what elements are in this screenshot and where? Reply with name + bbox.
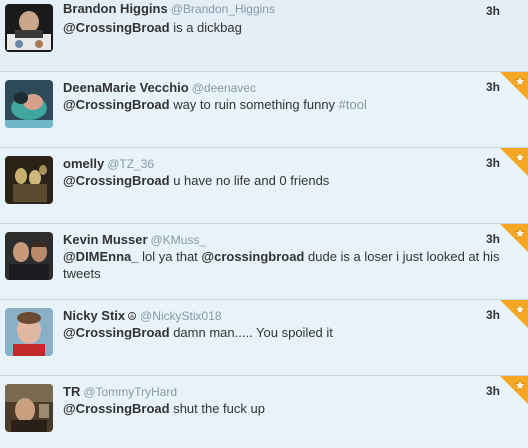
tweet-timestamp[interactable]: 3h (486, 156, 500, 170)
hashtag-link[interactable]: #tool (339, 97, 367, 112)
tweet-item[interactable]: Nicky Stix ☮ @NickyStix018 3h @CrossingBro… (0, 300, 528, 376)
tweet-item[interactable]: omelly @TZ_36 3h @CrossingBroad u have no… (0, 148, 528, 224)
mention-link[interactable]: @CrossingBroad (63, 97, 170, 112)
tweet-text: @CrossingBroad way to ruin something fun… (63, 97, 367, 112)
tweet-item[interactable]: Kevin Musser @KMuss_ 3h @DIMEnna_ lol ya … (0, 224, 528, 300)
author-handle[interactable]: @NickyStix018 (140, 309, 222, 323)
favorite-star-icon[interactable] (500, 376, 528, 404)
avatar[interactable] (5, 80, 53, 128)
mention-link[interactable]: @CrossingBroad (63, 173, 170, 188)
mention-link[interactable]: @CrossingBroad (63, 20, 170, 35)
author-handle[interactable]: @deenavec (192, 81, 256, 95)
author-name[interactable]: Nicky Stix ☮ @NickyStix018 (63, 308, 222, 323)
author-name[interactable]: DeenaMarie Vecchio @deenavec (63, 80, 256, 95)
author-name[interactable]: Kevin Musser @KMuss_ (63, 232, 206, 247)
favorite-star-icon[interactable] (500, 300, 528, 328)
favorite-star-icon[interactable] (500, 224, 528, 252)
tweet-timeline: Brandon Higgins @Brandon_Higgins 3h @Cros… (0, 0, 528, 448)
avatar[interactable] (5, 232, 53, 280)
peace-symbol-icon: ☮ (127, 311, 138, 323)
tweet-timestamp[interactable]: 3h (486, 80, 500, 94)
avatar[interactable] (5, 4, 53, 52)
tweet-timestamp[interactable]: 3h (486, 308, 500, 322)
tweet-timestamp[interactable]: 3h (486, 232, 500, 246)
tweet-item[interactable]: Brandon Higgins @Brandon_Higgins 3h @Cros… (0, 0, 528, 72)
author-name[interactable]: TR @TommyTryHard (63, 384, 177, 399)
favorite-star-icon[interactable] (500, 148, 528, 176)
author-handle[interactable]: @KMuss_ (151, 233, 207, 247)
tweet-text: @DIMEnna_ lol ya that @crossingbroad dud… (63, 249, 500, 281)
author-handle[interactable]: @TZ_36 (107, 157, 154, 171)
tweet-text: @CrossingBroad u have no life and 0 frie… (63, 173, 330, 188)
tweet-item[interactable]: DeenaMarie Vecchio @deenavec 3h @Crossing… (0, 72, 528, 148)
author-name[interactable]: Brandon Higgins @Brandon_Higgins (63, 1, 275, 16)
favorite-star-icon[interactable] (500, 72, 528, 100)
mention-link[interactable]: @CrossingBroad (63, 325, 170, 340)
author-name[interactable]: omelly @TZ_36 (63, 156, 154, 171)
tweet-item[interactable]: TR @TommyTryHard 3h @CrossingBroad shut t… (0, 376, 528, 448)
author-handle[interactable]: @Brandon_Higgins (171, 2, 275, 16)
avatar[interactable] (5, 384, 53, 432)
tweet-text: @CrossingBroad shut the fuck up (63, 401, 265, 416)
tweet-timestamp[interactable]: 3h (486, 4, 500, 18)
mention-link[interactable]: @CrossingBroad (63, 401, 170, 416)
author-handle[interactable]: @TommyTryHard (83, 385, 177, 399)
tweet-text: @CrossingBroad damn man..... You spoiled… (63, 325, 333, 340)
avatar[interactable] (5, 156, 53, 204)
mention-link[interactable]: @crossingbroad (201, 249, 304, 264)
avatar[interactable] (5, 308, 53, 356)
tweet-timestamp[interactable]: 3h (486, 384, 500, 398)
tweet-text: @CrossingBroad is a dickbag (63, 20, 242, 35)
mention-link[interactable]: @DIMEnna_ (63, 249, 139, 264)
